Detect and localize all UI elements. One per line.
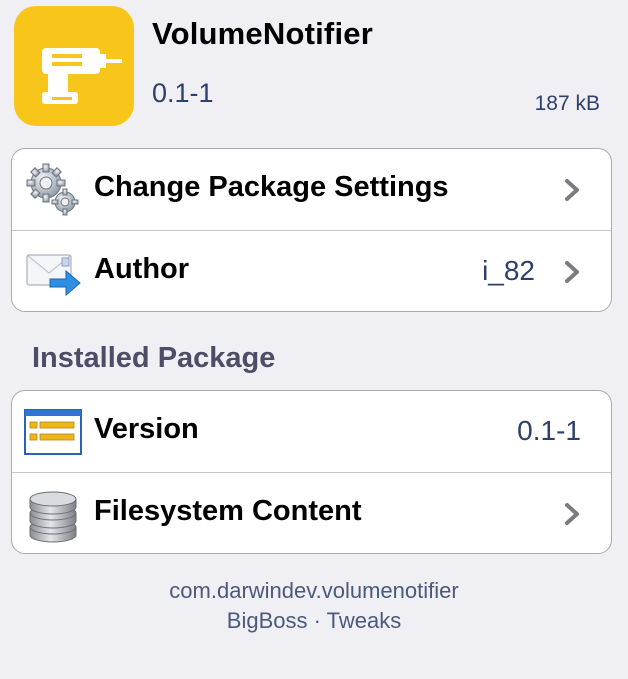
chevron-right-icon	[565, 503, 579, 525]
chevron-right-icon	[565, 179, 579, 201]
package-version: 0.1-1	[152, 78, 214, 108]
database-icon	[24, 485, 82, 543]
row-label: Change Package Settings	[94, 171, 449, 203]
package-identifier: com.darwindev.volumenotifier	[169, 578, 459, 603]
change-package-settings-row[interactable]: Change Package Settings	[12, 149, 611, 230]
version-value: 0.1-1	[517, 415, 581, 446]
row-label: Version	[94, 413, 199, 445]
actions-group: Change Package Settings Author i_82	[11, 148, 612, 312]
package-header: VolumeNotifier 0.1-1 187 kB	[0, 0, 628, 140]
row-label: Filesystem Content	[94, 495, 362, 527]
chevron-right-icon	[565, 261, 579, 283]
author-row[interactable]: Author i_82	[12, 230, 611, 311]
author-value: i_82	[482, 255, 535, 286]
installed-package-group: Version 0.1-1 Filesystem Content	[11, 390, 612, 554]
drill-icon	[14, 6, 134, 126]
package-size: 187 kB	[534, 92, 600, 115]
package-source: BigBoss · Tweaks	[226, 608, 402, 633]
section-title: Installed Package	[32, 342, 276, 374]
row-label: Author	[94, 253, 190, 285]
mail-forward-icon	[24, 243, 82, 301]
filesystem-content-row[interactable]: Filesystem Content	[12, 472, 611, 553]
package-name: VolumeNotifier	[152, 16, 373, 51]
list-window-icon	[24, 403, 82, 461]
version-row: Version 0.1-1	[12, 391, 611, 472]
gears-icon	[24, 161, 82, 219]
